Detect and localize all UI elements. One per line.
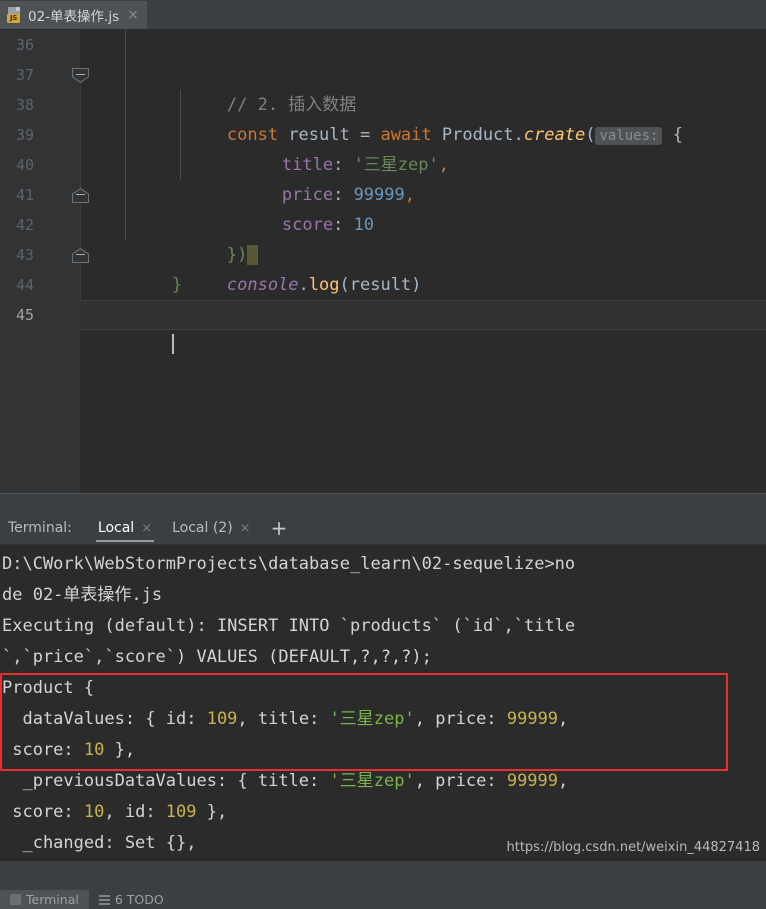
line-number: 43 xyxy=(15,246,34,264)
terminal-number: 109 xyxy=(165,802,197,822)
code-editor[interactable]: 36 37 38 39 40 41 42 43 44 45 // 2. 插入数据… xyxy=(0,30,766,493)
code-line-39: price: 99999, xyxy=(80,120,766,205)
terminal-text: , id: xyxy=(104,802,166,822)
terminal-line: score: 10, id: 109 }, xyxy=(0,797,766,828)
code-line-38: title: '三星zep', xyxy=(80,90,766,175)
terminal-number: 109 xyxy=(206,709,238,729)
line-number: 41 xyxy=(15,186,34,204)
terminal-text: }, xyxy=(104,740,136,760)
js-file-icon: JS xyxy=(7,7,22,23)
close-icon[interactable]: × xyxy=(125,8,139,22)
terminal-text: _previousDataValues: { title: xyxy=(2,771,330,791)
terminal-text: , price: xyxy=(414,709,507,729)
line-number: 44 xyxy=(15,276,34,294)
terminal-line: score: 10 }, xyxy=(0,735,766,766)
text-caret xyxy=(171,334,174,354)
terminal-text: score: xyxy=(2,802,84,822)
editor-tab-bar: JS 02-单表操作.js × xyxy=(0,0,766,30)
ide-window: JS 02-单表操作.js × 36 37 38 39 40 41 42 43 … xyxy=(0,0,766,909)
terminal-text: dataValues: { id: xyxy=(2,709,207,729)
terminal-number: 10 xyxy=(83,802,105,822)
terminal-text: }, xyxy=(196,802,228,822)
tool-window-splitter[interactable] xyxy=(0,493,766,512)
terminal-string: '三星zep' xyxy=(329,709,415,729)
editor-tab-02-单表操作-js[interactable]: JS 02-单表操作.js × xyxy=(0,1,147,29)
line-number: 40 xyxy=(15,156,34,174)
terminal-string: '三星zep' xyxy=(329,771,415,791)
editor-tab-label: 02-单表操作.js xyxy=(28,9,120,25)
terminal-text: , title: xyxy=(237,709,330,729)
terminal-text: , xyxy=(558,771,569,791)
js-badge-label: JS xyxy=(7,14,20,23)
status-item-todo[interactable]: 6 TODO xyxy=(89,890,174,909)
line-number: 37 xyxy=(15,66,34,84)
terminal-tool-window-header: Terminal: Local × Local (2) × + xyxy=(0,512,766,545)
terminal-text: score: xyxy=(2,740,84,760)
code-line-36: // 2. 插入数据 xyxy=(80,30,766,115)
terminal-number: 10 xyxy=(83,740,105,760)
todo-list-icon xyxy=(98,894,110,905)
code-line-41: }) xyxy=(80,180,766,265)
line-number: 38 xyxy=(15,96,34,114)
terminal-text: , xyxy=(558,709,569,729)
code-line-40: score: 10 xyxy=(80,150,766,235)
status-item-terminal[interactable]: Terminal xyxy=(0,890,89,909)
line-number: 42 xyxy=(15,216,34,234)
line-number-current: 45 xyxy=(15,306,34,324)
terminal-text: , price: xyxy=(414,771,507,791)
close-icon[interactable]: × xyxy=(240,521,251,536)
terminal-number: 99999 xyxy=(506,771,559,791)
terminal-tab-local-2[interactable]: Local (2) × xyxy=(162,512,260,544)
terminal-tab-label: Local xyxy=(97,520,135,536)
status-bar: Terminal 6 TODO xyxy=(0,890,766,909)
terminal-tab-label: Local (2) xyxy=(172,520,233,536)
status-item-label: Terminal xyxy=(26,892,79,907)
code-line-42: console.log(result) xyxy=(80,210,766,295)
terminal-line: `,`price`,`score`) VALUES (DEFAULT,?,?,?… xyxy=(2,647,432,667)
terminal-tab-local[interactable]: Local × xyxy=(88,512,162,544)
terminal-label: Terminal: xyxy=(8,520,72,536)
terminal-number: 99999 xyxy=(506,709,559,729)
line-number: 39 xyxy=(15,126,34,144)
code-line-44: queryProducts() xyxy=(80,270,766,328)
terminal-output[interactable]: D:\CWork\WebStormProjects\database_learn… xyxy=(0,545,766,861)
add-terminal-tab-icon[interactable]: + xyxy=(261,518,298,538)
terminal-line: dataValues: { id: 109, title: '三星zep', p… xyxy=(0,704,766,735)
line-number: 36 xyxy=(15,36,34,54)
code-content[interactable]: // 2. 插入数据 const result = await Product.… xyxy=(80,30,766,493)
terminal-line: de 02-单表操作.js xyxy=(2,585,163,605)
watermark: https://blog.csdn.net/weixin_44827418 xyxy=(506,840,760,855)
code-line-37: const result = await Product.create(valu… xyxy=(80,60,766,145)
close-icon[interactable]: × xyxy=(141,521,152,536)
status-item-label: 6 TODO xyxy=(114,892,164,907)
editor-gutter[interactable]: 36 37 38 39 40 41 42 43 44 45 xyxy=(0,30,89,493)
terminal-line: D:\CWork\WebStormProjects\database_learn… xyxy=(2,554,576,574)
terminal-line: Executing (default): INSERT INTO `produc… xyxy=(2,616,576,636)
terminal-icon xyxy=(10,894,21,905)
terminal-line: Product { xyxy=(2,678,95,698)
code-line-45-current xyxy=(80,300,766,354)
terminal-line: _previousDataValues: { title: '三星zep', p… xyxy=(0,766,766,797)
code-line-43: } xyxy=(80,240,766,295)
